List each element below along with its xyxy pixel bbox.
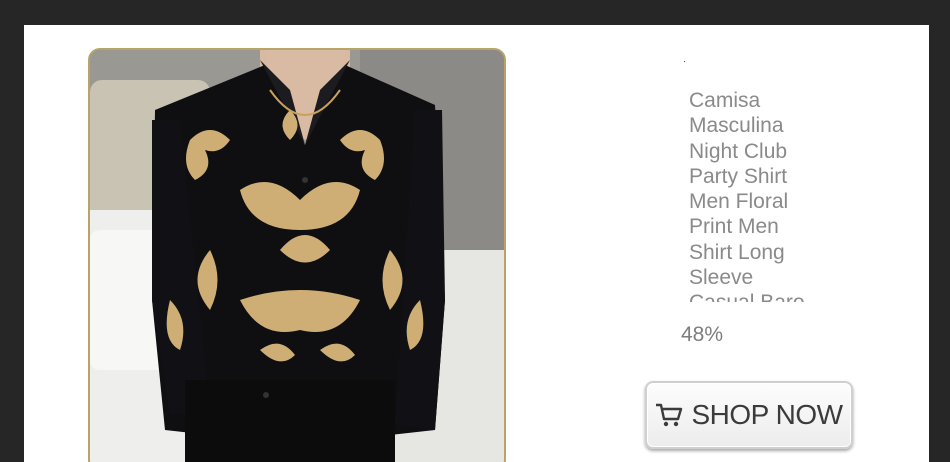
product-title[interactable]: Camisa Masculina Night Club Party Shirt … — [689, 88, 809, 302]
shop-now-button[interactable]: SHOP NOW — [645, 381, 853, 449]
product-photo — [90, 50, 504, 462]
shop-now-label: SHOP NOW — [691, 399, 843, 430]
product-card: Camisa Masculina Night Club Party Shirt … — [24, 25, 929, 462]
decorative-dot — [684, 61, 685, 62]
product-title-container: Camisa Masculina Night Club Party Shirt … — [689, 88, 839, 302]
product-image[interactable] — [88, 48, 506, 462]
cart-icon — [656, 403, 683, 427]
discount-label: 48% — [681, 323, 724, 346]
